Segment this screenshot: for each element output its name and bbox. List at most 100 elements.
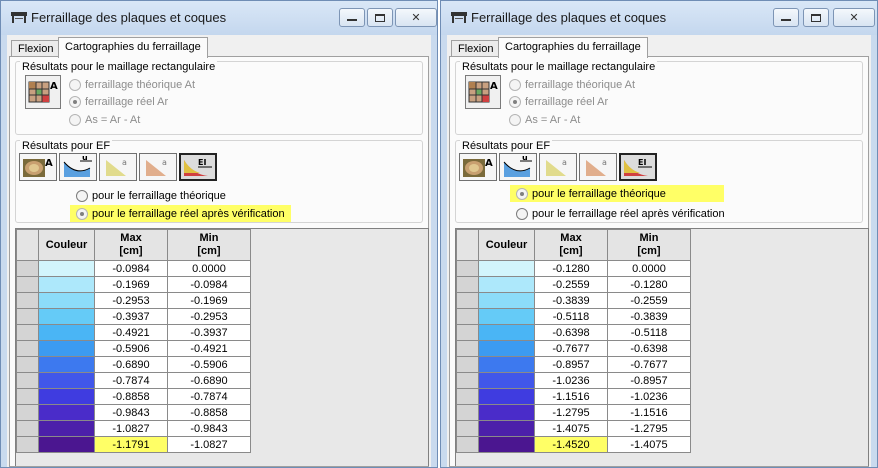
min-value-cell[interactable]: -0.9843 <box>167 420 251 437</box>
tab-flexion[interactable]: Flexion <box>451 40 501 57</box>
row-header[interactable] <box>456 404 479 421</box>
ef-option-theoretical[interactable]: pour le ferraillage théorique <box>76 187 226 204</box>
max-value-cell[interactable]: -0.0984 <box>94 260 168 277</box>
title-bar[interactable]: Ferraillage des plaques et coques ✕ <box>441 1 877 35</box>
row-header[interactable] <box>16 404 39 421</box>
table-row[interactable]: -0.2559 -0.1280 <box>456 276 691 293</box>
color-swatch[interactable] <box>478 292 535 309</box>
min-value-cell[interactable]: -0.0984 <box>167 276 251 293</box>
color-swatch[interactable] <box>478 276 535 293</box>
table-row[interactable]: -1.4075 -1.2795 <box>456 420 691 437</box>
max-value-cell[interactable]: -0.8957 <box>534 356 608 373</box>
column-header-color[interactable]: Couleur <box>38 229 95 261</box>
min-value-cell[interactable]: -0.4921 <box>167 340 251 357</box>
min-value-cell[interactable]: 0.0000 <box>607 260 691 277</box>
max-value-cell[interactable]: -1.2795 <box>534 404 608 421</box>
radio-button[interactable] <box>509 78 521 91</box>
max-value-cell[interactable]: -0.1280 <box>534 260 608 277</box>
radio-button[interactable] <box>516 187 528 200</box>
color-swatch[interactable] <box>478 420 535 437</box>
max-value-cell[interactable]: -0.5906 <box>94 340 168 357</box>
max-value-cell[interactable]: -0.5118 <box>534 308 608 325</box>
min-value-cell[interactable]: -0.7874 <box>167 388 251 405</box>
color-swatch[interactable] <box>38 404 95 421</box>
max-value-cell[interactable]: -0.8858 <box>94 388 168 405</box>
max-value-cell[interactable]: -0.2953 <box>94 292 168 309</box>
row-header[interactable] <box>16 340 39 357</box>
maximize-button[interactable] <box>803 8 829 27</box>
radio-button[interactable] <box>516 207 528 220</box>
row-header[interactable] <box>16 276 39 293</box>
rect-option-theoretical[interactable]: ferraillage théorique At <box>69 76 195 93</box>
table-row[interactable]: -0.5906 -0.4921 <box>16 340 251 357</box>
table-row[interactable]: -0.7677 -0.6398 <box>456 340 691 357</box>
radio-button[interactable] <box>509 113 521 126</box>
max-value-cell[interactable]: -1.4520 <box>534 436 608 453</box>
ef-map-button-5[interactable]: EI <box>179 153 217 181</box>
tab-cartographies[interactable]: Cartographies du ferraillage <box>498 37 648 58</box>
row-header[interactable] <box>456 324 479 341</box>
max-value-cell[interactable]: -0.4921 <box>94 324 168 341</box>
rect-option-real[interactable]: ferraillage réel Ar <box>509 93 608 110</box>
row-header[interactable] <box>16 292 39 309</box>
row-header[interactable] <box>16 356 39 373</box>
row-header[interactable] <box>456 420 479 437</box>
column-header-min[interactable]: Min [cm] <box>167 229 251 261</box>
min-value-cell[interactable]: -0.5118 <box>607 324 691 341</box>
row-header[interactable] <box>456 388 479 405</box>
rect-map-button[interactable]: A <box>25 75 61 109</box>
color-swatch[interactable] <box>38 260 95 277</box>
min-value-cell[interactable]: -0.1969 <box>167 292 251 309</box>
min-value-cell[interactable]: -0.2559 <box>607 292 691 309</box>
row-header[interactable] <box>16 420 39 437</box>
table-row[interactable]: -0.2953 -0.1969 <box>16 292 251 309</box>
rect-option-difference[interactable]: As = Ar - At <box>509 111 580 128</box>
min-value-cell[interactable]: -1.4075 <box>607 436 691 453</box>
rect-option-theoretical[interactable]: ferraillage théorique At <box>509 76 635 93</box>
table-row[interactable]: -0.1280 0.0000 <box>456 260 691 277</box>
radio-button[interactable] <box>76 207 88 220</box>
max-value-cell[interactable]: -0.9843 <box>94 404 168 421</box>
column-header-color[interactable]: Couleur <box>478 229 535 261</box>
table-row[interactable]: -0.8957 -0.7677 <box>456 356 691 373</box>
table-row[interactable]: -1.0236 -0.8957 <box>456 372 691 389</box>
ef-map-button-1[interactable]: A <box>19 153 57 181</box>
row-header[interactable] <box>456 292 479 309</box>
max-value-cell[interactable]: -0.6398 <box>534 324 608 341</box>
color-swatch[interactable] <box>478 324 535 341</box>
tab-flexion[interactable]: Flexion <box>11 40 61 57</box>
radio-button[interactable] <box>69 113 81 126</box>
max-value-cell[interactable]: -1.1791 <box>94 436 168 453</box>
radio-button[interactable] <box>69 95 81 108</box>
min-value-cell[interactable]: -0.7677 <box>607 356 691 373</box>
row-header[interactable] <box>16 436 39 453</box>
min-value-cell[interactable]: -1.0827 <box>167 436 251 453</box>
max-value-cell[interactable]: -0.6890 <box>94 356 168 373</box>
color-swatch[interactable] <box>38 308 95 325</box>
max-value-cell[interactable]: -1.1516 <box>534 388 608 405</box>
min-value-cell[interactable]: -0.8858 <box>167 404 251 421</box>
min-value-cell[interactable]: -0.2953 <box>167 308 251 325</box>
ef-map-button-1[interactable]: A <box>459 153 497 181</box>
row-header[interactable] <box>16 324 39 341</box>
color-swatch[interactable] <box>38 436 95 453</box>
row-header[interactable] <box>16 388 39 405</box>
color-swatch[interactable] <box>478 388 535 405</box>
radio-button[interactable] <box>509 95 521 108</box>
min-value-cell[interactable]: -1.2795 <box>607 420 691 437</box>
min-value-cell[interactable]: -1.1516 <box>607 404 691 421</box>
color-swatch[interactable] <box>38 420 95 437</box>
color-swatch[interactable] <box>478 404 535 421</box>
color-swatch[interactable] <box>38 356 95 373</box>
row-header[interactable] <box>456 276 479 293</box>
tab-cartographies[interactable]: Cartographies du ferraillage <box>58 37 208 58</box>
table-row[interactable]: -0.0984 0.0000 <box>16 260 251 277</box>
maximize-button[interactable] <box>367 8 393 27</box>
table-row[interactable]: -1.1791 -1.0827 <box>16 436 251 453</box>
max-value-cell[interactable]: -0.1969 <box>94 276 168 293</box>
ef-map-button-4[interactable]: a <box>579 153 617 181</box>
max-value-cell[interactable]: -0.3839 <box>534 292 608 309</box>
color-swatch[interactable] <box>38 340 95 357</box>
table-row[interactable]: -1.1516 -1.0236 <box>456 388 691 405</box>
ef-option-theoretical-selected[interactable]: pour le ferraillage théorique <box>510 185 724 202</box>
